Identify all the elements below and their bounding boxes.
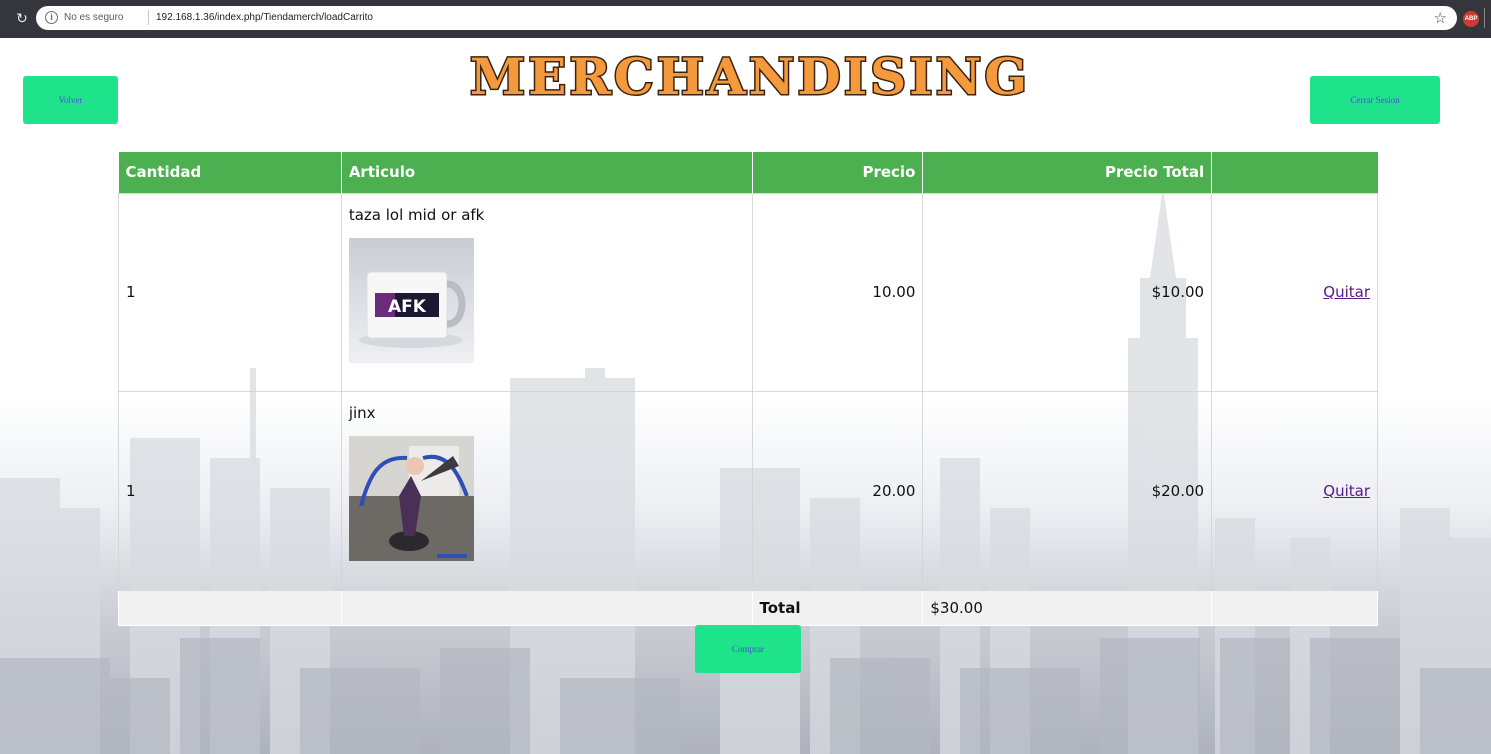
- total-empty-cell: [1211, 589, 1378, 626]
- table-row: 1 taza lol mid or afk AFK 10.00 $10.00 Q…: [118, 192, 1378, 392]
- back-button[interactable]: Volver: [23, 76, 118, 124]
- cart-table: Cantidad Articulo Precio Precio Total 1 …: [118, 152, 1378, 626]
- mug-print-text: AFK: [388, 297, 427, 317]
- item-name: jinx: [348, 403, 376, 422]
- remove-link[interactable]: Quitar: [1323, 482, 1370, 500]
- table-row: 1 jinx 20.00 $20.00 Quitar: [118, 390, 1378, 591]
- item-article-cell: taza lol mid or afk AFK: [340, 192, 753, 392]
- mug-product-image: AFK: [348, 237, 474, 363]
- jinx-figure-product-image: [348, 435, 474, 561]
- adblock-extension-icon[interactable]: ABP: [1463, 11, 1479, 27]
- item-article-cell: jinx: [340, 390, 753, 591]
- cart-total-row: Total $30.00: [118, 589, 1378, 626]
- browser-toolbar: ↻ i No es seguro 192.168.1.36/index.php/…: [0, 0, 1491, 38]
- info-icon[interactable]: i: [45, 11, 58, 24]
- column-header-total-price: Precio Total: [922, 152, 1213, 193]
- reload-icon[interactable]: ↻: [14, 11, 30, 27]
- column-header-price: Precio: [752, 152, 924, 193]
- page-content: Volver MERCHANDISING Cerrar Sesion Canti…: [0, 38, 1491, 754]
- toolbar-divider: [1484, 8, 1485, 28]
- buy-button[interactable]: Comprar: [695, 625, 801, 673]
- cart-header-row: Cantidad Articulo Precio Precio Total: [118, 152, 1378, 193]
- item-name: taza lol mid or afk: [348, 205, 485, 224]
- column-header-article: Articulo: [341, 152, 753, 193]
- logout-button[interactable]: Cerrar Sesion: [1310, 76, 1440, 124]
- total-empty-cell: [340, 589, 753, 626]
- item-quantity: 1: [118, 390, 342, 591]
- remove-link[interactable]: Quitar: [1323, 283, 1370, 301]
- item-price: 20.00: [751, 390, 924, 591]
- total-value: $30.00: [922, 589, 1213, 626]
- item-price: 10.00: [751, 192, 924, 392]
- security-label: No es seguro: [64, 12, 124, 23]
- total-label: Total: [751, 589, 924, 626]
- item-remove-cell: Quitar: [1211, 192, 1378, 392]
- column-header-actions: [1211, 152, 1378, 193]
- address-bar[interactable]: i No es seguro 192.168.1.36/index.php/Ti…: [36, 6, 1457, 30]
- item-quantity: 1: [118, 192, 342, 392]
- logo-text: MERCHANDISING: [470, 47, 1030, 106]
- item-total-price: $20.00: [922, 390, 1213, 591]
- total-empty-cell: [118, 589, 342, 626]
- address-separator: [148, 10, 149, 25]
- bookmark-star-icon[interactable]: ☆: [1434, 9, 1447, 27]
- item-total-price: $10.00: [922, 192, 1213, 392]
- url-text[interactable]: 192.168.1.36/index.php/Tiendamerch/loadC…: [156, 12, 373, 23]
- merchandising-logo: MERCHANDISING: [440, 44, 1060, 108]
- column-header-quantity: Cantidad: [118, 152, 342, 193]
- item-remove-cell: Quitar: [1211, 390, 1378, 591]
